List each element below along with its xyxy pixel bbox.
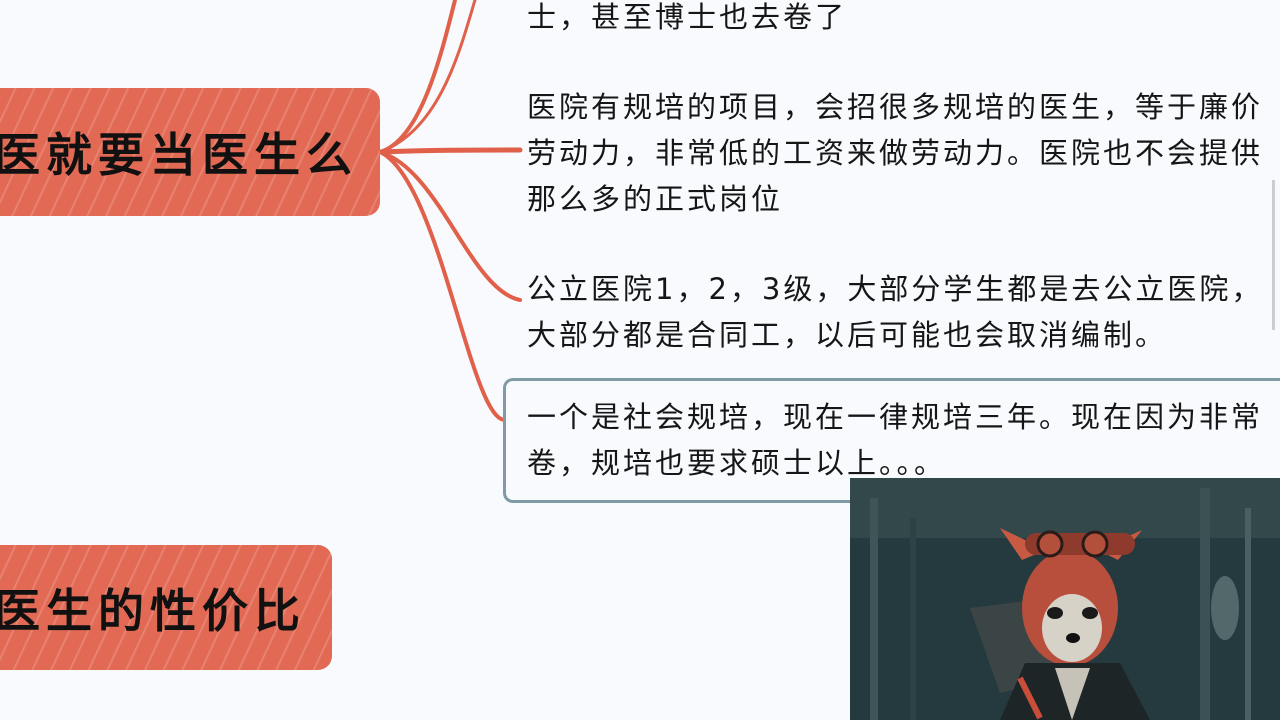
connector-to-note-3 <box>378 150 507 422</box>
connector-to-note-0 <box>378 0 457 154</box>
note-line: 士，甚至博士也去卷了 <box>527 0 848 34</box>
note-line: 那么多的正式岗位 <box>527 182 784 216</box>
note-line: 劳动力，非常低的工资来做劳动力。医院也不会提供 <box>527 136 1264 170</box>
note-line: 一个是社会规培，现在一律规培三年。现在因为非常 <box>527 400 1264 434</box>
note-text-selected[interactable]: 一个是社会规培，现在一律规培三年。现在因为非常 卷，规培也要求硕士以上。。。 <box>527 394 1263 486</box>
note-line: 公立医院1，2，3级，大部分学生都是去公立医院， <box>527 272 1264 306</box>
red-panda-image <box>850 478 1280 720</box>
topic-node-cost-performance[interactable]: 医生的性价比 <box>0 545 332 670</box>
topic-label: 医就要当医生么 <box>0 128 358 182</box>
mindmap-canvas: 医就要当医生么 士，甚至博士也去卷了 医院有规培的项目，会招很多规培的医生，等于… <box>0 0 1280 720</box>
red-panda-illustration <box>850 478 1280 720</box>
connector-to-note-0b <box>378 0 477 154</box>
scroll-edge-decoration <box>1272 180 1275 330</box>
note-text[interactable]: 公立医院1，2，3级，大部分学生都是去公立医院， 大部分都是合同工，以后可能也会… <box>527 266 1263 358</box>
topic-node-doctor-career[interactable]: 医就要当医生么 <box>0 88 380 216</box>
topic-label: 医生的性价比 <box>0 583 306 638</box>
note-text[interactable]: 医院有规培的项目，会招很多规培的医生，等于廉价 劳动力，非常低的工资来做劳动力。… <box>527 84 1263 222</box>
note-line: 大部分都是合同工，以后可能也会取消编制。 <box>527 318 1168 352</box>
note-text[interactable]: 士，甚至博士也去卷了 <box>527 0 847 40</box>
note-line: 医院有规培的项目，会招很多规培的医生，等于廉价 <box>527 90 1264 124</box>
connector-to-note-1 <box>377 147 523 155</box>
